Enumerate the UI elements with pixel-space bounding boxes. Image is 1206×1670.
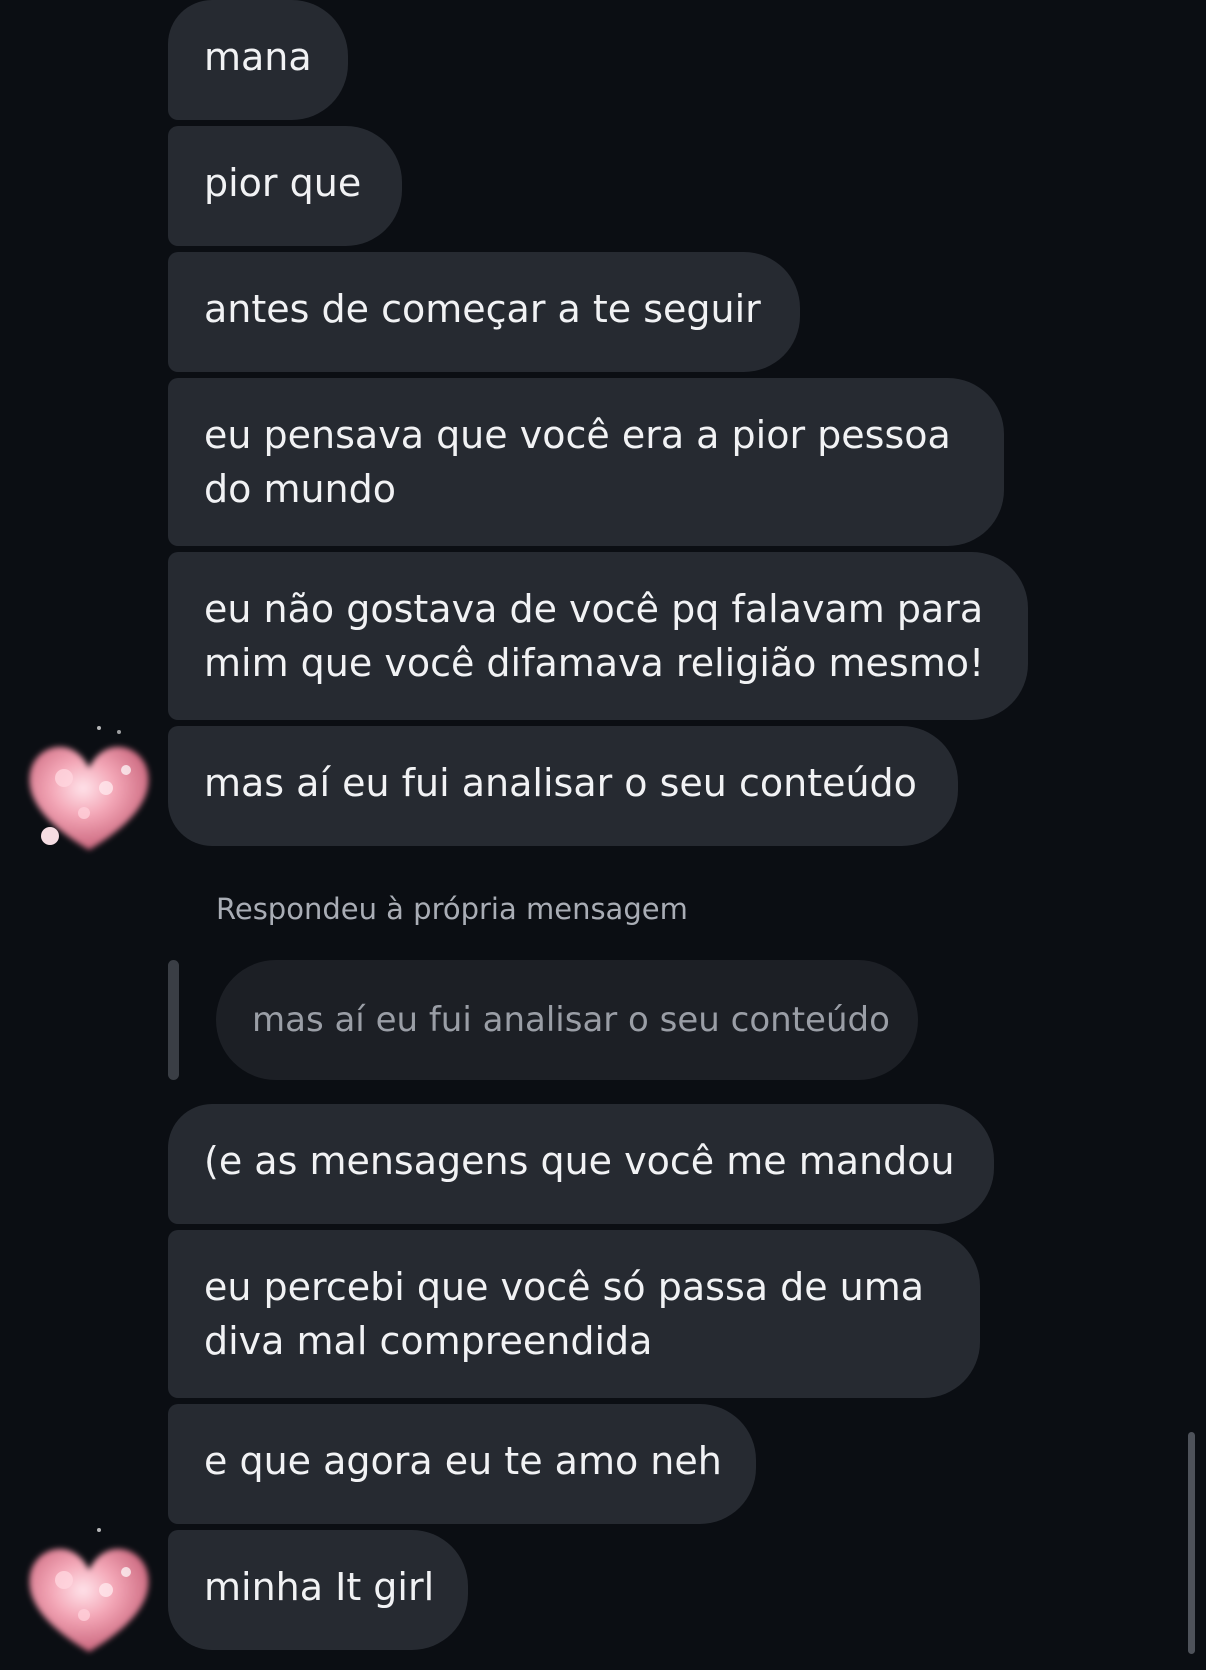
message-text: e que agora eu te amo neh bbox=[204, 1439, 722, 1483]
message-bubble[interactable]: pior que bbox=[168, 126, 402, 246]
message-bubble[interactable]: (e as mensagens que você me mandou bbox=[168, 1104, 994, 1224]
scrollbar[interactable] bbox=[1188, 1432, 1195, 1654]
message-bubble[interactable]: mana bbox=[168, 0, 348, 120]
quoted-message[interactable]: mas aí eu fui analisar o seu conteúdo bbox=[216, 960, 918, 1080]
message-text: eu pensava que você era a pior pessoa do… bbox=[204, 413, 951, 511]
message-text: minha It girl bbox=[204, 1565, 435, 1609]
message-text: pior que bbox=[204, 161, 362, 205]
message-text: antes de começar a te seguir bbox=[204, 287, 761, 331]
pink-heart-sticker-avatar-icon[interactable] bbox=[14, 1520, 164, 1670]
message-text: eu percebi que você só passa de uma diva… bbox=[204, 1265, 925, 1363]
message-bubble[interactable]: mas aí eu fui analisar o seu conteúdo bbox=[168, 726, 958, 846]
message-bubble[interactable]: minha It girl bbox=[168, 1530, 468, 1650]
message-bubble[interactable]: antes de começar a te seguir bbox=[168, 252, 800, 372]
message-text: mana bbox=[204, 35, 312, 79]
reply-indicator-bar bbox=[168, 960, 179, 1080]
reply-label: Respondeu à própria mensagem bbox=[216, 892, 688, 926]
message-bubble[interactable]: e que agora eu te amo neh bbox=[168, 1404, 756, 1524]
message-bubble[interactable]: eu percebi que você só passa de uma diva… bbox=[168, 1230, 980, 1398]
message-text: eu não gostava de você pq falavam para m… bbox=[204, 587, 985, 685]
message-bubble[interactable]: eu não gostava de você pq falavam para m… bbox=[168, 552, 1028, 720]
message-thread: mana pior que antes de começar a te segu… bbox=[0, 0, 1206, 1654]
message-text: mas aí eu fui analisar o seu conteúdo bbox=[204, 761, 917, 805]
pink-heart-sticker-avatar-icon[interactable] bbox=[14, 718, 164, 868]
message-bubble[interactable]: eu pensava que você era a pior pessoa do… bbox=[168, 378, 1004, 546]
message-text: (e as mensagens que você me mandou bbox=[204, 1139, 955, 1183]
